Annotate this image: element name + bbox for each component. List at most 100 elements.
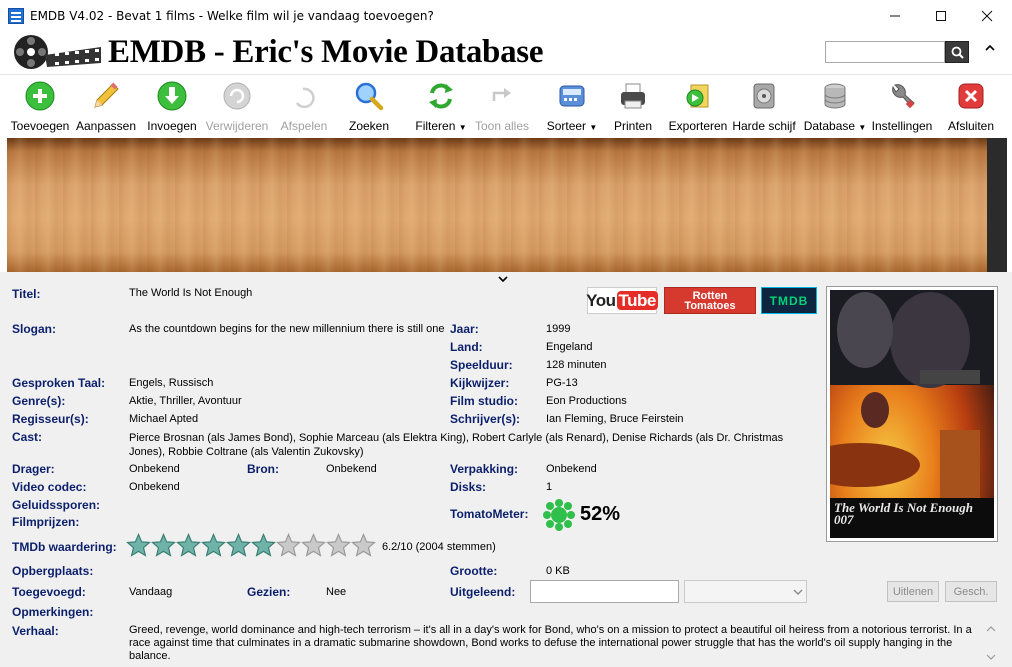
star-filled-icon [251, 533, 276, 557]
filter-icon [429, 83, 453, 109]
value-gezien: Nee [326, 586, 347, 598]
youtube-link[interactable]: You Tube [586, 287, 658, 314]
delete-icon [223, 82, 251, 110]
dropdown-arrow-icon: ▼ [858, 123, 867, 132]
rotten-tomatoes-logo-icon: Rotten Tomatoes [684, 289, 736, 312]
toolbar-toon-alles-button[interactable]: Toon alles [475, 79, 529, 135]
value-drager: Onbekend [129, 463, 180, 475]
value-speelduur: 128 minuten [546, 359, 607, 371]
label-gezien: Gezien: [247, 585, 291, 599]
maximize-button[interactable] [918, 0, 964, 31]
label-slogan: Slogan: [12, 322, 56, 336]
close-icon [981, 10, 993, 21]
magnifier-icon [355, 82, 384, 111]
value-studio: Eon Productions [546, 395, 627, 407]
label-taal: Gesproken Taal: [12, 376, 106, 390]
label-tomatometer: TomatoMeter: [450, 507, 529, 521]
tmdb-rating-stars [126, 533, 376, 558]
toolbar-invoegen-button[interactable]: Invoegen [143, 79, 201, 135]
movie-poster[interactable]: The World Is Not Enough 007 [826, 286, 998, 542]
value-land: Engeland [546, 341, 593, 353]
value-grootte: 0 KB [546, 565, 570, 577]
window-title: EMDB V4.02 - Bevat 1 films - Welke film … [30, 8, 434, 23]
tmdb-logo-icon: TMDB [769, 293, 809, 308]
value-schrijver: Ian Fleming, Bruce Feirstein [546, 413, 684, 425]
star-filled-icon [176, 533, 201, 557]
value-taal: Engels, Russisch [129, 377, 214, 389]
toolbar-verwijderen-button[interactable]: Verwijderen [206, 79, 268, 135]
youtube-logo-icon: You Tube [586, 290, 658, 310]
toolbar-harde-schijf-button[interactable]: Harde schijf [732, 79, 796, 135]
value-toegevoegd: Vandaag [129, 586, 173, 598]
label-tmdb: TMDb waardering: [12, 540, 117, 554]
label-titel: Titel: [12, 287, 41, 301]
label-kijkwijzer: Kijkwijzer: [450, 376, 510, 390]
search-input[interactable] [825, 41, 945, 63]
toolbar-instellingen-button[interactable]: Instellingen [872, 79, 932, 135]
star-empty-icon [326, 533, 351, 557]
label-toegevoegd: Toegevoegd: [12, 585, 86, 599]
chevron-up-icon [985, 44, 995, 51]
title-bar: EMDB V4.02 - Bevat 1 films - Welke film … [0, 0, 1012, 31]
database-icon [824, 83, 846, 109]
value-kijkwijzer: PG-13 [546, 377, 578, 389]
toolbar-afsluiten-button[interactable]: Afsluiten [946, 79, 996, 135]
label-jaar: Jaar: [450, 322, 479, 336]
app-name: EMDB - Eric's Movie Database [108, 34, 544, 70]
collapse-header-button[interactable] [982, 42, 998, 60]
import-icon [157, 81, 187, 111]
toolbar-exporteren-button[interactable]: Exporteren [668, 79, 728, 135]
rotten-tomatoes-link[interactable]: Rotten Tomatoes [664, 287, 756, 314]
value-tmdb: 6.2/10 (2004 stemmen) [382, 541, 496, 553]
geschiedenis-button[interactable]: Gesch. [945, 581, 997, 602]
tomatometer-splat-icon [543, 499, 575, 531]
value-verpakking: Onbekend [546, 463, 597, 475]
printer-icon [621, 83, 645, 109]
play-icon [295, 87, 315, 109]
label-disks: Disks: [450, 480, 487, 494]
label-drager: Drager: [12, 462, 55, 476]
toolbar-aanpassen-button[interactable]: Aanpassen [76, 79, 136, 135]
minimize-button[interactable] [872, 0, 918, 31]
label-codec: Video codec: [12, 480, 87, 494]
toolbar-printen-button[interactable]: Printen [611, 79, 655, 135]
dropdown-arrow-icon: ▼ [589, 123, 598, 132]
chevron-down-icon [498, 276, 508, 283]
toolbar-zoeken-button[interactable]: Zoeken [344, 79, 394, 135]
label-verpakking: Verpakking: [450, 462, 519, 476]
toolbar: Toevoegen Aanpassen Invoegen Verwijderen… [0, 74, 1012, 137]
value-verhaal: Greed, revenge, world dominance and high… [129, 624, 972, 662]
label-bron: Bron: [247, 462, 279, 476]
sort-icon [559, 85, 585, 107]
export-icon [686, 84, 709, 108]
toolbar-sorteer-button[interactable]: Sorteer ▼ [546, 79, 598, 135]
star-empty-icon [351, 533, 376, 557]
harddisk-icon [753, 83, 775, 109]
toolbar-filteren-button[interactable]: Filteren ▼ [414, 79, 468, 135]
verhaal-scrollbar[interactable] [984, 622, 998, 667]
star-filled-icon [226, 533, 251, 557]
star-empty-icon [276, 533, 301, 557]
toolbar-afspelen-button[interactable]: Afspelen [278, 79, 330, 135]
poster-image: The World Is Not Enough 007 [830, 290, 994, 538]
value-genre: Aktie, Thriller, Avontuur [129, 395, 242, 407]
star-empty-icon [301, 533, 326, 557]
value-titel: The World Is Not Enough [129, 287, 253, 299]
close-red-icon [958, 83, 984, 109]
app-header: EMDB - Eric's Movie Database [0, 31, 1012, 73]
uitgeleend-input[interactable] [530, 580, 679, 603]
value-regisseur: Michael Apted [129, 413, 199, 425]
toolbar-database-button[interactable]: Database ▼ [804, 79, 867, 135]
close-button[interactable] [964, 0, 1010, 31]
tmdb-link[interactable]: TMDB [761, 287, 817, 314]
value-bron: Onbekend [326, 463, 377, 475]
uitgeleend-combo[interactable] [684, 580, 807, 603]
label-regisseur: Regisseur(s): [12, 412, 89, 426]
search-button[interactable] [945, 41, 969, 63]
uitlenen-button[interactable]: Uitlenen [887, 581, 939, 602]
expand-banner-button[interactable] [498, 273, 508, 286]
label-cast: Cast: [12, 430, 43, 444]
pencil-icon [94, 82, 119, 108]
show-all-icon [492, 88, 511, 101]
toolbar-toevoegen-button[interactable]: Toevoegen [10, 79, 70, 135]
